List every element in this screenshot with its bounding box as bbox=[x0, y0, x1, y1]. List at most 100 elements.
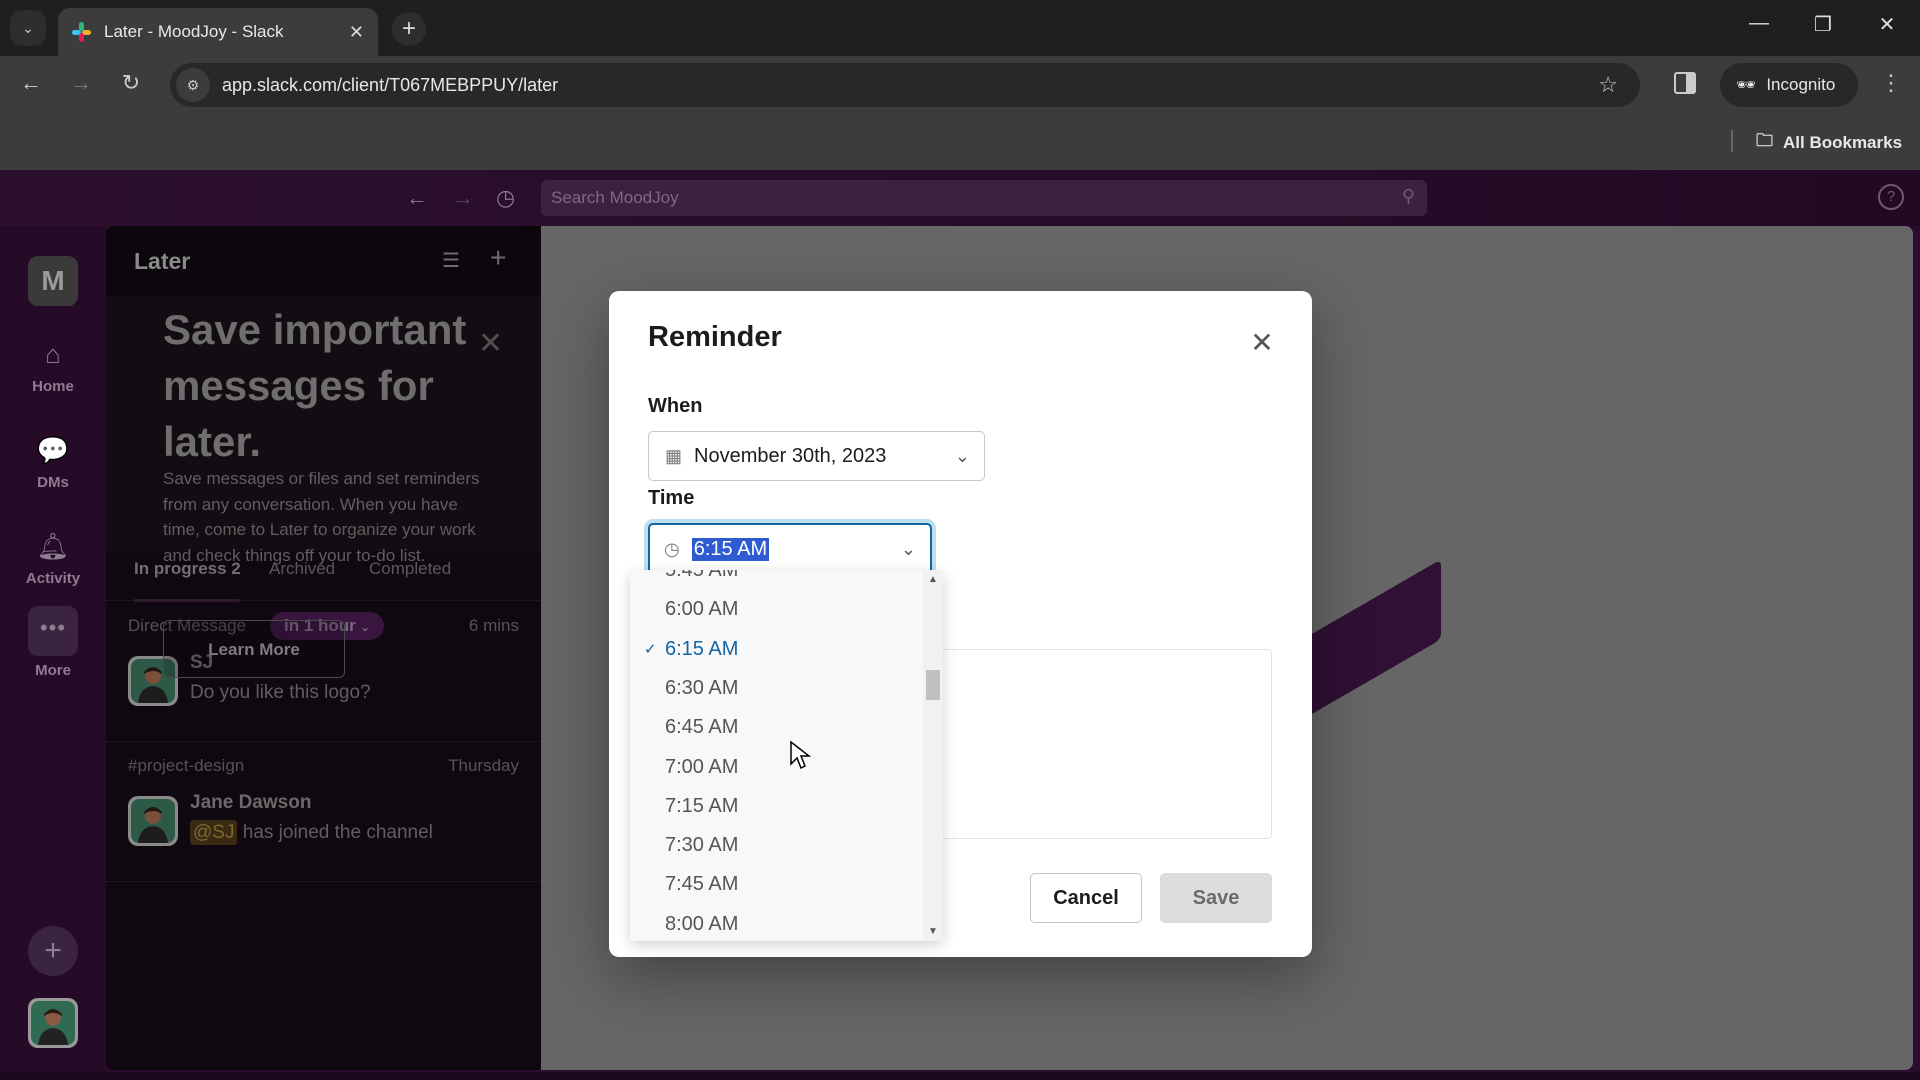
time-option[interactable]: 6:00 AM bbox=[630, 590, 920, 629]
time-option[interactable]: 7:15 AM bbox=[630, 787, 920, 826]
user-avatar[interactable] bbox=[28, 998, 78, 1048]
time-option[interactable]: 7:45 AM bbox=[630, 865, 920, 904]
list-item[interactable]: #project-design Thursday Jane Dawson @SJ… bbox=[106, 742, 541, 882]
search-icon: ⚲ bbox=[1401, 186, 1415, 206]
incognito-badge[interactable]: 🕶 Incognito bbox=[1720, 63, 1858, 107]
bookmark-star-icon[interactable]: ☆ bbox=[1598, 72, 1618, 98]
browser-tab[interactable]: Later - MoodJoy - Slack ✕ bbox=[58, 8, 378, 56]
tab-archived[interactable]: Archived bbox=[269, 559, 335, 579]
close-window-button[interactable]: ✕ bbox=[1872, 12, 1902, 37]
time-option[interactable]: 8:00 AM bbox=[630, 905, 920, 941]
rail-item-dms[interactable]: 💬 DMs bbox=[0, 432, 106, 491]
time-option-label: 6:00 AM bbox=[665, 598, 739, 621]
time-option-label: 6:45 AM bbox=[665, 716, 739, 739]
workspace-switcher[interactable]: M bbox=[28, 256, 78, 306]
date-value: November 30th, 2023 bbox=[694, 444, 887, 467]
time-option-label: 7:45 AM bbox=[665, 873, 739, 896]
tab-title: Later - MoodJoy - Slack bbox=[104, 22, 284, 41]
close-promo-icon[interactable]: ✕ bbox=[478, 326, 503, 361]
chevron-down-icon: ⌄ bbox=[900, 538, 916, 559]
minimize-button[interactable]: — bbox=[1744, 12, 1774, 35]
item-message: @SJ has joined the channel bbox=[190, 820, 433, 845]
tab-search-button[interactable]: ⌄ bbox=[10, 10, 46, 46]
date-picker[interactable]: ▦ November 30th, 2023 ⌄ bbox=[648, 431, 985, 481]
restore-button[interactable]: ❐ bbox=[1808, 12, 1838, 37]
rail-item-activity[interactable]: 🔔︎ Activity bbox=[0, 528, 106, 587]
time-option[interactable]: ✓ 6:15 AM bbox=[630, 630, 920, 669]
rail-label: More bbox=[35, 662, 71, 679]
bookmarks-divider bbox=[1731, 130, 1733, 152]
time-option-label: 5:45 AM bbox=[665, 570, 739, 581]
all-bookmarks-button[interactable]: 🗀 All Bookmarks bbox=[1756, 128, 1902, 157]
scroll-down-arrow-icon[interactable]: ▼ bbox=[928, 926, 938, 937]
tab-completed[interactable]: Completed bbox=[369, 559, 451, 579]
item-time: 6 mins bbox=[468, 616, 519, 635]
slack-logo-icon bbox=[72, 22, 92, 42]
promo-title: Save important messages for later. bbox=[163, 306, 467, 465]
browser-menu-icon[interactable]: ⋮ bbox=[1880, 70, 1902, 96]
incognito-label: Incognito bbox=[1766, 75, 1836, 94]
time-label: Time bbox=[648, 487, 695, 509]
chevron-down-icon: ⌄ bbox=[22, 19, 34, 36]
site-info-icon[interactable]: ⚙ bbox=[176, 68, 210, 102]
dropdown-scrollbar[interactable]: ▲ ▼ bbox=[923, 570, 943, 941]
add-workspace-button[interactable]: + bbox=[28, 926, 78, 976]
all-bookmarks-label: All Bookmarks bbox=[1783, 132, 1903, 152]
close-icon: ✕ bbox=[1250, 327, 1274, 358]
time-select[interactable]: ◷ 6:15 AM ⌄ bbox=[648, 523, 932, 575]
close-modal-button[interactable]: ✕ bbox=[1246, 327, 1278, 359]
later-tabs: In progress 2 Archived Completed bbox=[106, 551, 541, 602]
calendar-icon: ▦ bbox=[665, 445, 683, 466]
address-bar[interactable]: ⚙ app.slack.com/client/T067MEBPPUY/later… bbox=[170, 63, 1640, 107]
browser-toolbar: ← → ↻ ⚙ app.slack.com/client/T067MEBPPUY… bbox=[0, 56, 1920, 114]
time-option[interactable]: 6:30 AM bbox=[630, 669, 920, 708]
more-icon: ••• bbox=[28, 606, 78, 656]
reload-button[interactable]: ↻ bbox=[116, 70, 146, 96]
chevron-down-icon: ⌄ bbox=[954, 445, 970, 466]
forward-button[interactable]: → bbox=[66, 70, 96, 96]
incognito-icon: 🕶 bbox=[1736, 77, 1757, 94]
save-button[interactable]: Save bbox=[1160, 873, 1272, 923]
user-mention[interactable]: @SJ bbox=[190, 820, 238, 845]
rail-label: Activity bbox=[25, 570, 81, 587]
tab-in-progress[interactable]: In progress 2 bbox=[134, 559, 241, 579]
history-back-icon[interactable]: ← bbox=[406, 185, 428, 211]
scroll-up-arrow-icon[interactable]: ▲ bbox=[928, 574, 938, 585]
cancel-button[interactable]: Cancel bbox=[1030, 873, 1142, 923]
bookmarks-bar: 🗀 All Bookmarks bbox=[0, 114, 1920, 170]
rail-item-more[interactable]: ••• More bbox=[0, 606, 106, 679]
message-text: has joined the channel bbox=[242, 822, 433, 843]
item-time: Thursday bbox=[448, 756, 519, 775]
window-bottom-edge bbox=[0, 1072, 1920, 1080]
time-option[interactable]: 5:45 AM bbox=[630, 570, 920, 590]
time-option[interactable]: 7:00 AM bbox=[630, 748, 920, 787]
url-text[interactable]: app.slack.com/client/T067MEBPPUY/later bbox=[222, 75, 558, 96]
time-options-list[interactable]: 5:45 AM 6:00 AM ✓ 6:15 AM 6:30 AM 6:45 AM 7:00… bbox=[630, 570, 943, 941]
new-tab-button[interactable]: + bbox=[392, 12, 426, 46]
filter-icon[interactable]: ☰ bbox=[442, 248, 460, 273]
learn-more-button[interactable]: Learn More bbox=[163, 620, 345, 678]
time-option[interactable]: 7:30 AM bbox=[630, 826, 920, 865]
add-icon[interactable]: + bbox=[490, 242, 506, 274]
history-clock-icon[interactable]: ◷ bbox=[496, 185, 515, 211]
time-option[interactable]: 6:45 AM bbox=[630, 708, 920, 747]
back-button[interactable]: ← bbox=[16, 70, 46, 96]
search-input[interactable]: Search MoodJoy ⚲ bbox=[541, 180, 1427, 216]
side-panel-icon[interactable] bbox=[1674, 72, 1696, 94]
time-option-label: 8:00 AM bbox=[665, 912, 739, 935]
item-author: Jane Dawson bbox=[190, 792, 312, 813]
chevron-down-icon: ⌄ bbox=[360, 622, 370, 634]
avatar bbox=[128, 796, 178, 846]
rail-item-home[interactable]: ⌂ Home bbox=[0, 336, 106, 395]
time-option-label: 6:15 AM bbox=[665, 637, 739, 660]
time-option-label: 7:00 AM bbox=[665, 755, 739, 778]
scrollbar-thumb[interactable] bbox=[926, 670, 940, 700]
reminder-textarea[interactable] bbox=[939, 649, 1272, 839]
rail-label: Home bbox=[32, 378, 74, 395]
history-forward-icon[interactable]: → bbox=[452, 185, 474, 211]
time-value[interactable]: 6:15 AM bbox=[691, 537, 770, 561]
close-tab-icon[interactable]: ✕ bbox=[349, 22, 364, 43]
checkmark-icon: ✓ bbox=[644, 640, 657, 658]
later-header: Later ☰ + bbox=[106, 226, 541, 296]
help-icon[interactable]: ? bbox=[1878, 184, 1904, 210]
